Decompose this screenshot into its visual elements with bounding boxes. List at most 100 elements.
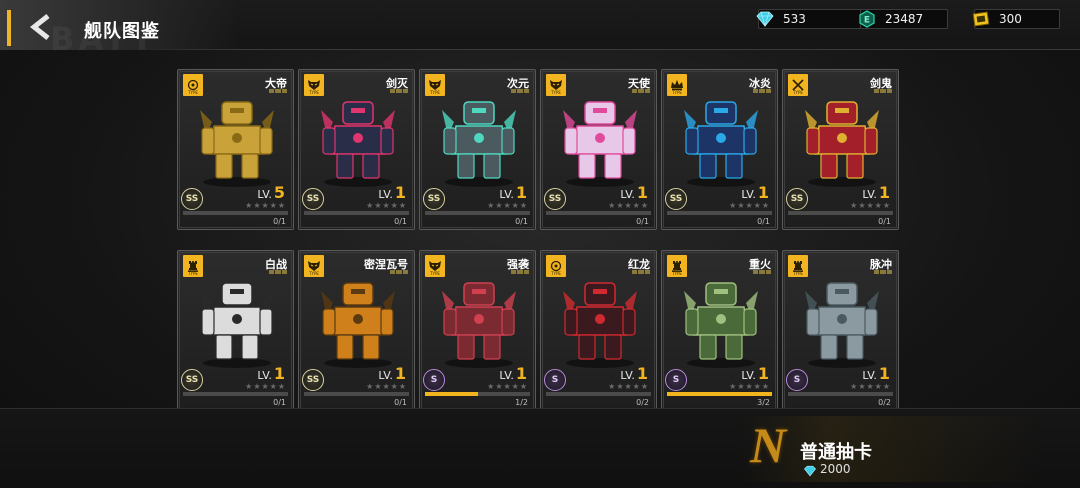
star-rating: ★★★★★ xyxy=(729,382,770,391)
mech-image xyxy=(313,92,403,188)
mech-image xyxy=(797,273,887,369)
fleet-card[interactable]: TYPE 大帝 SS LV. 5 ★★★★★ 0/1 xyxy=(177,69,294,230)
normal-draw-button[interactable]: N 普通抽卡 2000 xyxy=(740,416,1040,482)
shard-progress-bar xyxy=(425,392,530,396)
shard-count: 0/1 xyxy=(273,398,286,407)
grade-badge: SS xyxy=(786,188,808,210)
grade-badge: S xyxy=(544,369,566,391)
level-label: LV. xyxy=(499,188,514,201)
grade-badge: SS xyxy=(665,188,687,210)
fleet-card[interactable]: TYPE 强袭 S LV. 1 ★★★★★ 1/2 xyxy=(419,250,536,411)
currency-ticket[interactable]: 300 xyxy=(972,9,1060,29)
chess-rook-icon xyxy=(186,257,200,272)
star-rating: ★★★★★ xyxy=(366,382,407,391)
star-rating: ★★★★★ xyxy=(245,382,286,391)
shard-progress-bar xyxy=(304,211,409,215)
level-value: 5 xyxy=(273,183,285,202)
shard-progress-bar xyxy=(183,211,288,215)
page-title: 舰队图鉴 xyxy=(84,21,160,42)
level-text: LV. 1 xyxy=(741,183,769,202)
currency-diamond[interactable]: 533 xyxy=(756,9,870,29)
level-value: 1 xyxy=(273,364,285,383)
shard-progress-bar xyxy=(667,211,772,215)
level-text: LV. 1 xyxy=(620,183,648,202)
fleet-card[interactable]: TYPE 红龙 S LV. 1 ★★★★★ 0/2 xyxy=(540,250,657,411)
grade-badge: S xyxy=(665,369,687,391)
shard-progress-bar xyxy=(546,392,651,396)
star-rating: ★★★★★ xyxy=(487,201,528,210)
tiger-head-icon xyxy=(549,76,563,90)
crown-icon xyxy=(670,76,684,91)
grade-badge: S xyxy=(423,369,445,391)
level-text: LV. 1 xyxy=(620,364,648,383)
level-text: LV. 1 xyxy=(378,364,406,383)
level-label: LV. xyxy=(862,188,877,201)
svg-text:E: E xyxy=(864,16,870,26)
level-value: 1 xyxy=(636,364,648,383)
star-rating: ★★★★★ xyxy=(850,382,891,391)
level-label: LV. xyxy=(620,188,635,201)
chess-rook-icon xyxy=(791,257,805,272)
header-panel: BATT 舰队图鉴 xyxy=(0,0,240,58)
star-rating: ★★★★★ xyxy=(487,382,528,391)
energy-crystal-icon: E xyxy=(855,7,879,31)
shard-count: 0/1 xyxy=(636,217,649,226)
target-icon xyxy=(186,76,200,91)
back-button[interactable] xyxy=(24,12,60,42)
top-bar: BATT 舰队图鉴 533 E 23487 300 xyxy=(0,0,1080,58)
shard-count: 3/2 xyxy=(757,398,770,407)
shard-count: 0/1 xyxy=(394,217,407,226)
fleet-card[interactable]: TYPE 冰炎 SS LV. 1 ★★★★★ 0/1 xyxy=(661,69,778,230)
tiger-head-icon xyxy=(428,257,442,271)
mech-image xyxy=(555,273,645,369)
grade-badge: S xyxy=(786,369,808,391)
grade-badge: SS xyxy=(181,188,203,210)
level-label: LV. xyxy=(378,188,393,201)
shard-count: 0/1 xyxy=(757,217,770,226)
tiger-head-icon xyxy=(428,76,442,90)
level-label: LV. xyxy=(741,188,756,201)
shard-count: 1/2 xyxy=(515,398,528,407)
fleet-card[interactable]: TYPE 剑鬼 SS LV. 1 ★★★★★ 0/1 xyxy=(782,69,899,230)
star-rating: ★★★★★ xyxy=(608,382,649,391)
level-text: LV. 1 xyxy=(378,183,406,202)
fleet-card[interactable]: TYPE 次元 SS LV. 1 ★★★★★ 0/1 xyxy=(419,69,536,230)
fleet-card[interactable]: TYPE 剑灭 SS LV. 1 ★★★★★ 0/1 xyxy=(298,69,415,230)
fleet-card[interactable]: TYPE 脉冲 S LV. 1 ★★★★★ 0/2 xyxy=(782,250,899,411)
star-rating: ★★★★★ xyxy=(850,201,891,210)
fleet-card[interactable]: TYPE 重火 S LV. 1 ★★★★★ 3/2 xyxy=(661,250,778,411)
chevron-left-icon xyxy=(30,14,50,40)
level-label: LV. xyxy=(741,369,756,382)
currency-value: 533 xyxy=(783,12,806,26)
level-label: LV. xyxy=(257,188,272,201)
shard-progress-bar xyxy=(546,211,651,215)
shard-progress-bar xyxy=(304,392,409,396)
shard-progress-fill xyxy=(667,392,772,396)
level-label: LV. xyxy=(378,369,393,382)
mech-image xyxy=(434,273,524,369)
shard-count: 0/1 xyxy=(394,398,407,407)
level-text: LV. 1 xyxy=(862,183,890,202)
level-value: 1 xyxy=(878,364,890,383)
level-text: LV. 1 xyxy=(862,364,890,383)
currency-energy[interactable]: E 23487 xyxy=(859,9,948,29)
grade-badge: SS xyxy=(181,369,203,391)
fleet-card[interactable]: TYPE 天使 SS LV. 1 ★★★★★ 0/1 xyxy=(540,69,657,230)
mech-image xyxy=(192,92,282,188)
mech-image xyxy=(192,273,282,369)
draw-rank-letter: N xyxy=(750,417,787,473)
target-icon xyxy=(549,257,563,272)
fleet-card[interactable]: TYPE 白战 SS LV. 1 ★★★★★ 0/1 xyxy=(177,250,294,411)
level-value: 1 xyxy=(878,183,890,202)
fleet-card[interactable]: TYPE 密涅瓦号 SS LV. 1 ★★★★★ 0/1 xyxy=(298,250,415,411)
chess-rook-icon xyxy=(670,257,684,272)
level-text: LV. 1 xyxy=(499,364,527,383)
star-rating: ★★★★★ xyxy=(729,201,770,210)
star-rating: ★★★★★ xyxy=(366,201,407,210)
level-label: LV. xyxy=(499,369,514,382)
diamond-icon xyxy=(753,7,777,31)
shard-progress-fill xyxy=(425,392,478,396)
star-rating: ★★★★★ xyxy=(245,201,286,210)
level-text: LV. 1 xyxy=(741,364,769,383)
ticket-icon xyxy=(969,7,993,31)
